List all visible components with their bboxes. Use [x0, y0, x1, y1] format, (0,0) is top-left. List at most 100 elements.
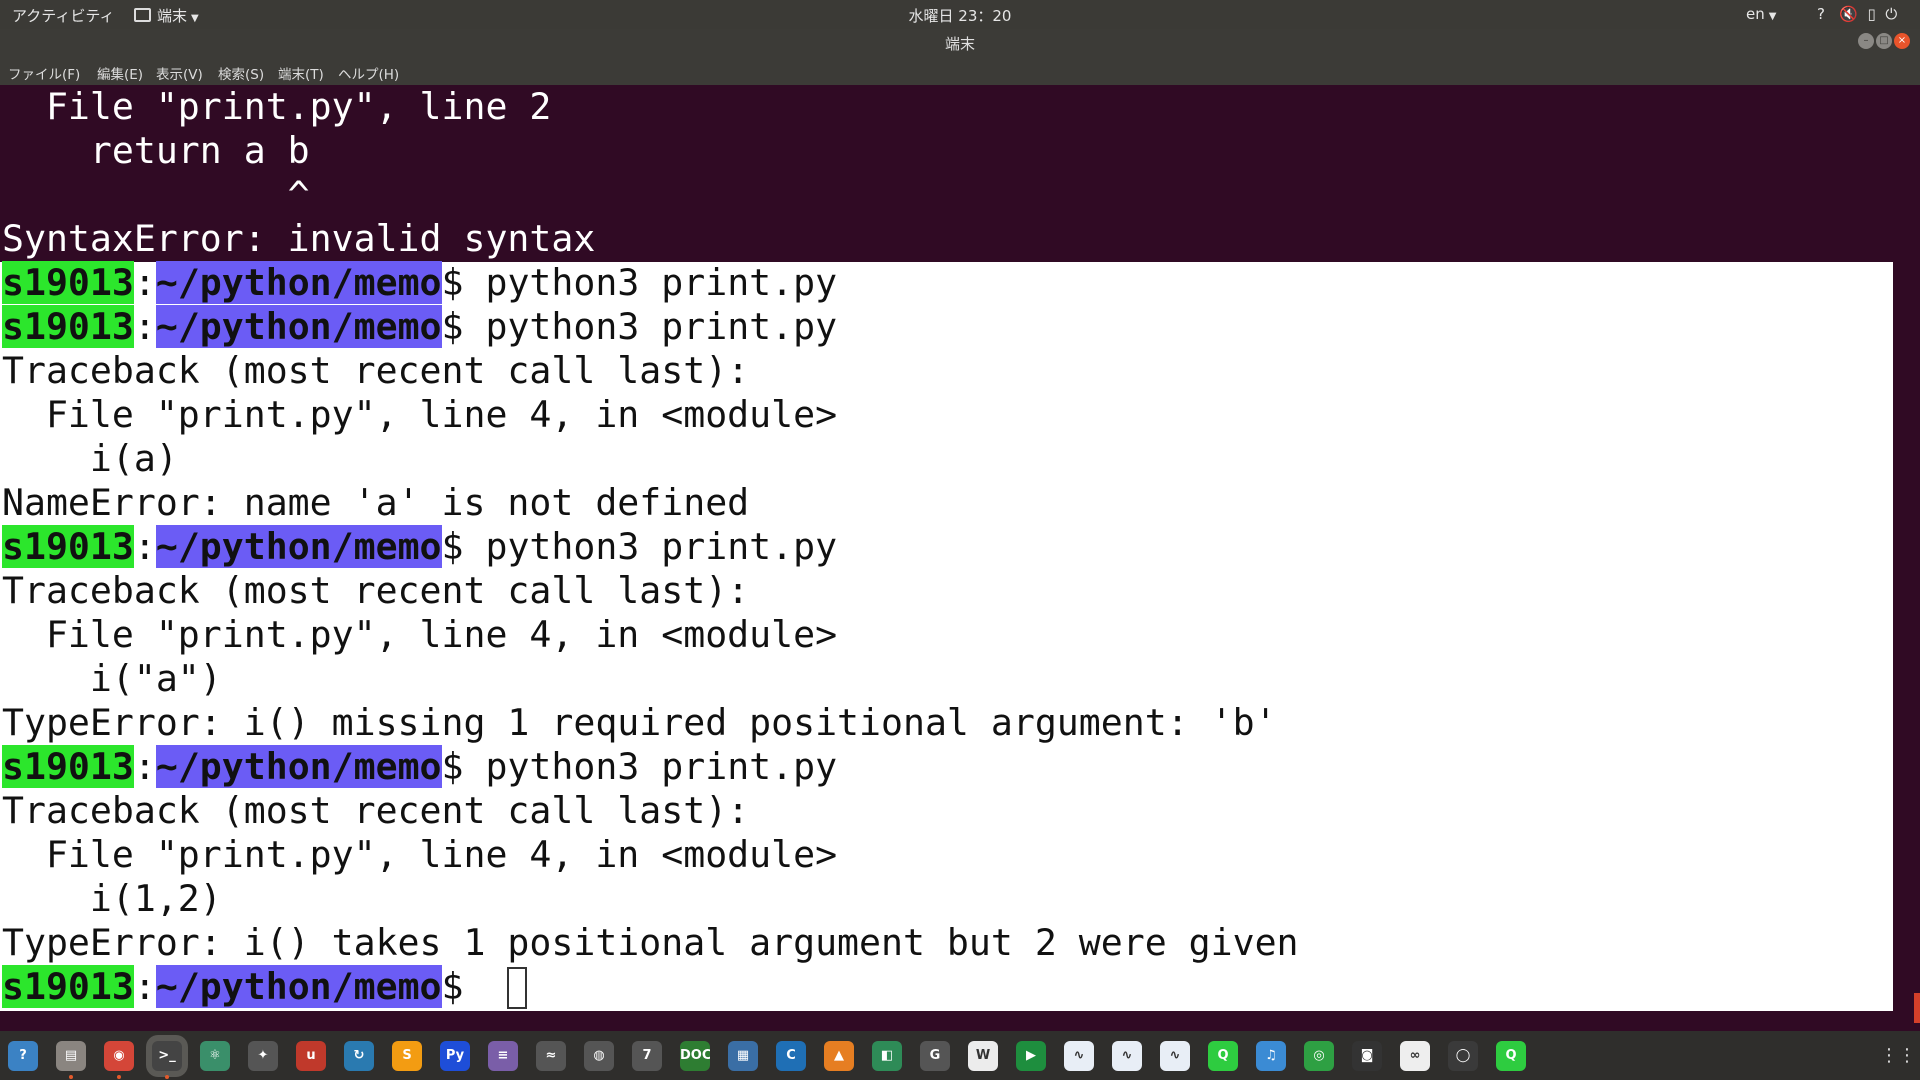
c-app-icon[interactable]: C	[776, 1041, 806, 1071]
output-line: TypeError: i() missing 1 required positi…	[2, 701, 1277, 744]
chart2-app-icon[interactable]: ∿	[1112, 1041, 1142, 1071]
doc-app-icon[interactable]: DOC	[680, 1041, 710, 1071]
prompt-separator: :	[133, 965, 156, 1008]
player-app-icon[interactable]: ▶	[1016, 1041, 1046, 1071]
q1-app-icon[interactable]: Q	[1208, 1041, 1238, 1071]
clock[interactable]: 水曜日 23：20	[0, 5, 1920, 26]
window-title: 端末	[944, 35, 975, 53]
command-text: python3 print.py	[485, 525, 838, 568]
prompt-path: ~/python/memo	[155, 305, 442, 348]
top-bar: アクティビティ 端末 ▼ 水曜日 23：20 en ▼ ? 🔇 ▯ ⏻	[0, 0, 1920, 29]
help-icon: ?	[1817, 5, 1825, 23]
sublime-app-icon[interactable]: S	[392, 1041, 422, 1071]
menu-file[interactable]: ファイル(F)	[8, 63, 80, 83]
box-app-icon[interactable]: ◧	[872, 1041, 902, 1071]
blocks-app-icon[interactable]: ▲	[824, 1041, 854, 1071]
globe-app-icon[interactable]: ◍	[584, 1041, 614, 1071]
output-line: Traceback (most recent call last):	[2, 569, 750, 612]
help-app-icon[interactable]: ?	[8, 1041, 38, 1071]
volume-muted-icon: 🔇	[1839, 5, 1858, 23]
bookmark-app-icon[interactable]: ♫	[1256, 1041, 1286, 1071]
output-line: TypeError: i() takes 1 positional argume…	[2, 921, 1299, 964]
sourcetree-app-icon[interactable]: ✦	[248, 1041, 278, 1071]
windows-app-icon[interactable]: ▦	[728, 1041, 758, 1071]
link-app-icon[interactable]: ∞	[1400, 1041, 1430, 1071]
prompt-line: s19013:~/python/memo$ python3 print.py	[2, 745, 837, 789]
scroll-marker	[1914, 993, 1920, 1023]
text-app-icon[interactable]: u	[296, 1041, 326, 1071]
output-line: ^	[2, 173, 310, 216]
prompt-user: s19013	[2, 305, 134, 348]
update-app-icon[interactable]: ↻	[344, 1041, 374, 1071]
menu-terminal[interactable]: 端末(T)	[278, 63, 324, 83]
output-line: SyntaxError: invalid syntax	[2, 217, 596, 260]
prompt-user: s19013	[2, 525, 134, 568]
prompt-line: s19013:~/python/memo$ python3 print.py	[2, 525, 837, 569]
battery-icon: ▯	[1867, 5, 1876, 23]
language-label: en	[1746, 5, 1765, 23]
show-applications-icon[interactable]: ⋮⋮⋮	[1880, 1044, 1920, 1068]
prompt-sign: $	[441, 525, 486, 568]
prompt-user: s19013	[2, 965, 134, 1008]
chevron-down-icon: ▼	[1768, 11, 1777, 22]
wikipedia-app-icon[interactable]: W	[968, 1041, 998, 1071]
g-app-icon[interactable]: G	[920, 1041, 950, 1071]
output-line: return a b	[2, 129, 310, 172]
prompt-sign: $	[441, 261, 486, 304]
prompt-path: ~/python/memo	[155, 965, 442, 1008]
prompt-user: s19013	[2, 261, 134, 304]
chart3-app-icon[interactable]: ∿	[1160, 1041, 1190, 1071]
command-text: python3 print.py	[485, 745, 838, 788]
prompt-line: s19013:~/python/memo$	[2, 965, 528, 1009]
file-manager-app-icon[interactable]: ▤	[56, 1041, 86, 1071]
menu-bar: ファイル(F) 編集(E) 表示(V) 検索(S) 端末(T) ヘルプ(H)	[0, 59, 1920, 85]
menu-edit[interactable]: 編集(E)	[97, 63, 143, 83]
command-text: python3 print.py	[485, 261, 838, 304]
mykey-app-icon[interactable]: ◎	[1304, 1041, 1334, 1071]
terminal-cursor[interactable]	[507, 967, 528, 1009]
wifi-app-icon[interactable]: ≈	[536, 1041, 566, 1071]
menu-search[interactable]: 検索(S)	[218, 63, 264, 83]
output-line: i(1,2)	[2, 877, 222, 920]
menu-help[interactable]: ヘルプ(H)	[338, 63, 399, 83]
editor-app-icon[interactable]: 7	[632, 1041, 662, 1071]
language-indicator[interactable]: en ▼	[1746, 5, 1776, 23]
prompt-separator: :	[133, 745, 156, 788]
pycharm-app-icon[interactable]: Py	[440, 1041, 470, 1071]
running-indicator	[117, 1075, 121, 1079]
prompt-path: ~/python/memo	[155, 745, 442, 788]
q2-app-icon[interactable]: Q	[1496, 1041, 1526, 1071]
output-line: File "print.py", line 2	[2, 85, 552, 128]
prompt-separator: :	[133, 305, 156, 348]
output-line: Traceback (most recent call last):	[2, 349, 750, 392]
output-line: i("a")	[2, 657, 222, 700]
terminal-app-icon[interactable]: >_	[152, 1041, 182, 1071]
system-tray[interactable]: ? 🔇 ▯ ⏻	[1817, 5, 1897, 23]
chart1-app-icon[interactable]: ∿	[1064, 1041, 1094, 1071]
prompt-user: s19013	[2, 745, 134, 788]
circle-app-icon[interactable]: ◯	[1448, 1041, 1478, 1071]
output-line: Traceback (most recent call last):	[2, 789, 750, 832]
running-indicator	[165, 1075, 169, 1079]
atom-app-icon[interactable]: ⚛	[200, 1041, 230, 1071]
prompt-line: s19013:~/python/memo$ python3 print.py	[2, 261, 837, 305]
maximize-button[interactable]: □	[1876, 33, 1892, 49]
output-line: File "print.py", line 4, in <module>	[2, 393, 838, 436]
prompt-line: s19013:~/python/memo$ python3 print.py	[2, 305, 837, 349]
terminal-view[interactable]: File "print.py", line 2 return a b ^ Synt…	[0, 85, 1920, 1031]
notes-app-icon[interactable]: ≡	[488, 1041, 518, 1071]
prompt-sign: $	[441, 305, 486, 348]
minimize-button[interactable]: –	[1858, 33, 1874, 49]
output-line: i(a)	[2, 437, 178, 480]
output-line: File "print.py", line 4, in <module>	[2, 613, 838, 656]
chrome-app-icon[interactable]: ◉	[104, 1041, 134, 1071]
running-indicator	[69, 1075, 73, 1079]
prompt-separator: :	[133, 261, 156, 304]
prompt-path: ~/python/memo	[155, 261, 442, 304]
output-line: NameError: name 'a' is not defined	[2, 481, 750, 524]
close-button[interactable]: ×	[1894, 33, 1910, 49]
output-line: File "print.py", line 4, in <module>	[2, 833, 838, 876]
menu-view[interactable]: 表示(V)	[156, 63, 203, 83]
dock: ? ▤ ◉ >_ ⚛ ✦ u ↻ S Py ≡ ≈ ◍ 7 DOC ▦ C ▲ ◧ GW ▶ ∿ ∿ ∿ Q ♫ ◎ ◙ ∞ ◯ Q ⋮⋮⋮	[0, 1031, 1920, 1080]
robot-app-icon[interactable]: ◙	[1352, 1041, 1382, 1071]
